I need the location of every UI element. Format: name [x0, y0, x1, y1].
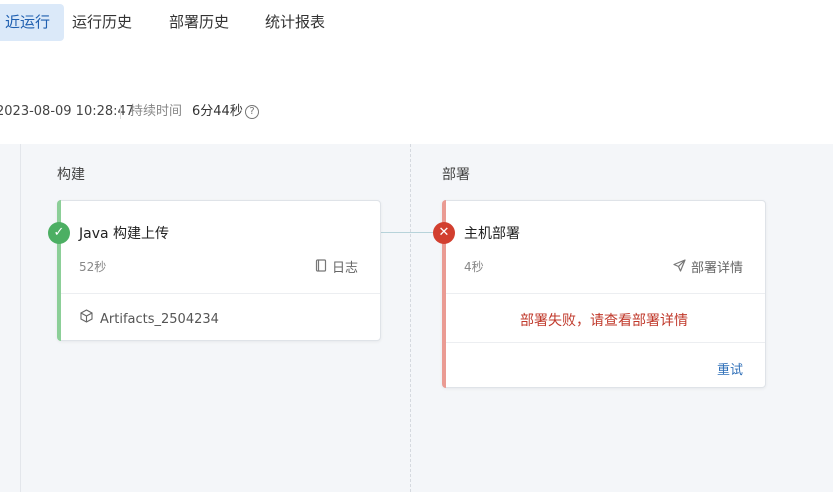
job-card-deploy[interactable]: ✕ 主机部署 4秒 部署详情 部署失败，请查看部署详情 重试 — [433, 200, 766, 388]
cube-icon — [80, 309, 94, 327]
tab-statistics-report[interactable]: 统计报表 — [265, 4, 325, 41]
retry-button[interactable]: 重试 — [717, 359, 743, 378]
job-title: 主机部署 — [464, 226, 520, 242]
deploy-details-label: 部署详情 — [690, 261, 743, 276]
stage-title-build: 构建 — [57, 167, 85, 183]
artifact-name: Artifacts_2504234 — [100, 312, 219, 327]
log-link-label: 日志 — [331, 261, 358, 276]
info-separator — [120, 105, 121, 119]
card-divider — [446, 293, 765, 294]
card-divider — [61, 293, 380, 294]
stage-divider — [410, 144, 411, 492]
card-divider — [446, 342, 765, 343]
tab-recent-runs[interactable]: 近运行 — [0, 4, 64, 41]
duration-value: 6分44秒 — [192, 104, 243, 119]
tab-deploy-history[interactable]: 部署历史 — [169, 4, 229, 41]
failure-message: 部署失败，请查看部署详情 — [520, 313, 688, 329]
stage-title-deploy: 部署 — [442, 167, 470, 183]
tab-bar: 近运行 运行历史 部署历史 统计报表 — [0, 0, 833, 48]
stage-divider — [20, 144, 21, 492]
success-check-icon: ✓ — [48, 222, 70, 244]
failed-x-icon: ✕ — [433, 222, 455, 244]
start-time: 2023-08-09 10:28:47 — [0, 104, 135, 119]
help-icon[interactable]: ? — [245, 105, 259, 119]
artifact-link[interactable]: Artifacts_2504234 — [80, 309, 219, 327]
book-icon — [314, 259, 328, 276]
tab-run-history[interactable]: 运行历史 — [72, 4, 132, 41]
job-title: Java 构建上传 — [79, 226, 170, 242]
deploy-details-link[interactable]: 部署详情 — [673, 257, 743, 276]
job-elapsed: 52秒 — [79, 260, 107, 274]
send-icon — [673, 259, 687, 276]
job-elapsed: 4秒 — [464, 260, 484, 274]
job-card-build[interactable]: ✓ Java 构建上传 52秒 日志 Artifacts_2504234 — [48, 200, 381, 341]
log-link[interactable]: 日志 — [314, 257, 358, 276]
duration-label: 持续时间 — [130, 104, 183, 119]
